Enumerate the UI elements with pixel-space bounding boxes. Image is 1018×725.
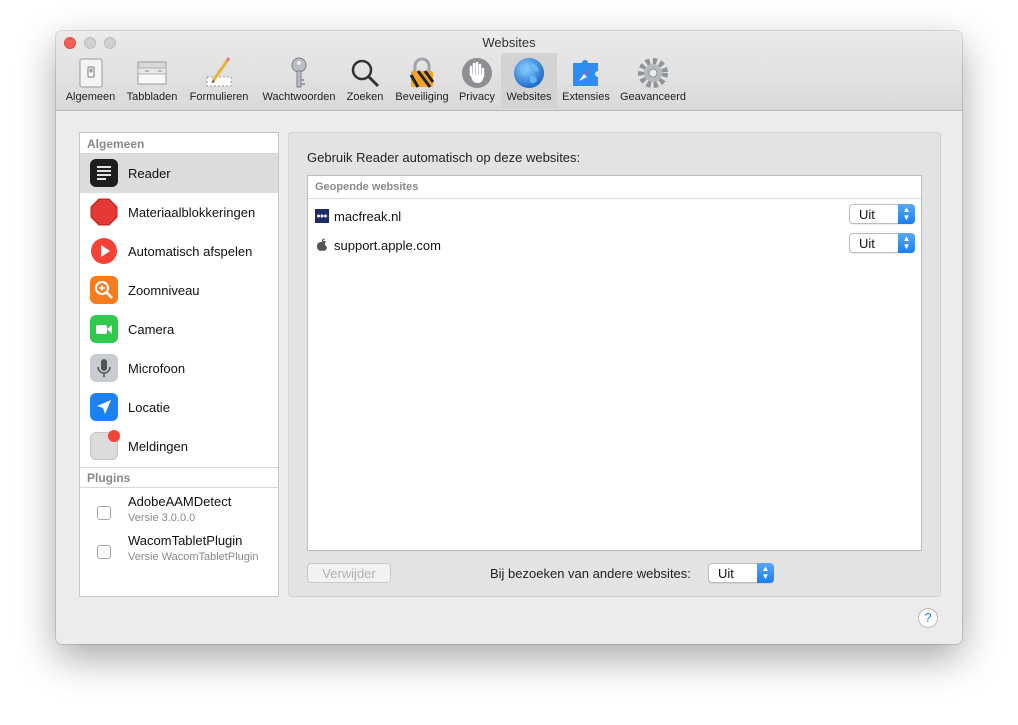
- window-title: Websites: [482, 35, 536, 50]
- toolbar-tabs[interactable]: Tabbladen: [122, 53, 182, 109]
- toolbar-label: Geavanceerd: [619, 91, 687, 103]
- toolbar-privacy[interactable]: Privacy: [455, 53, 499, 109]
- plugin-name: WacomTabletPlugin: [128, 533, 243, 548]
- reader-setting-popup[interactable]: Uit ▲ ▼: [849, 233, 915, 253]
- plugin-item-wacomtabletplugin[interactable]: WacomTabletPlugin Versie WacomTabletPlug…: [80, 533, 278, 573]
- plugin-enable-checkbox[interactable]: [97, 545, 111, 559]
- toolbar-label: Wachtwoorden: [262, 91, 336, 103]
- toolbar-passwords[interactable]: Wachtwoorden: [256, 53, 342, 109]
- sidebar-item-autoplay[interactable]: Automatisch afspelen: [80, 232, 278, 271]
- popup-value: Uit: [859, 236, 875, 251]
- toolbar-search[interactable]: Zoeken: [343, 53, 387, 109]
- panel-heading: Gebruik Reader automatisch op deze websi…: [307, 150, 581, 165]
- plugin-version: Versie WacomTabletPlugin: [128, 551, 259, 563]
- globe-icon: [514, 58, 544, 88]
- stop-sign-icon: [90, 198, 118, 226]
- chevron-updown-icon: ▲ ▼: [757, 563, 774, 583]
- sidebar-item-location[interactable]: Locatie: [80, 388, 278, 427]
- sidebar-item-notifications[interactable]: Meldingen: [80, 427, 278, 466]
- sidebar-divider: [80, 467, 278, 468]
- toolbar-forms[interactable]: Formulieren: [186, 53, 252, 109]
- sidebar-item-label: Meldingen: [128, 439, 188, 454]
- websites-table: Geopende websites macfreak.nl Uit ▲ ▼ sup…: [307, 175, 922, 551]
- gear-icon: [638, 58, 668, 88]
- macfreak-favicon-icon: [315, 209, 329, 223]
- site-name: support.apple.com: [334, 238, 441, 253]
- padlock-icon: [409, 57, 435, 88]
- sidebar-divider: [80, 487, 278, 488]
- apple-logo-icon: [315, 238, 329, 252]
- sidebar-item-label: Zoomniveau: [128, 283, 200, 298]
- websites-sidebar: Algemeen Reader Materiaalblokkeringen Au…: [79, 132, 279, 597]
- table-row[interactable]: support.apple.com Uit ▲ ▼: [308, 230, 921, 259]
- sidebar-item-label: Automatisch afspelen: [128, 244, 253, 259]
- toolbar-advanced[interactable]: Geavanceerd: [617, 53, 689, 109]
- preferences-toolbar: Algemeen Tabbladen Formulieren Wachtwoor…: [56, 53, 962, 110]
- location-arrow-icon: [90, 393, 118, 421]
- plugin-version: Versie 3.0.0.0: [128, 512, 196, 524]
- toolbar-label: Zoeken: [346, 91, 384, 103]
- reader-setting-popup[interactable]: Uit ▲ ▼: [849, 204, 915, 224]
- sidebar-item-content-blockers[interactable]: Materiaalblokkeringen: [80, 193, 278, 232]
- toolbar-label: Extensies: [562, 91, 610, 103]
- sidebar-item-zoom[interactable]: Zoomniveau: [80, 271, 278, 310]
- sidebar-item-reader[interactable]: Reader: [80, 154, 278, 193]
- toolbar-label: Beveiliging: [395, 91, 449, 103]
- table-header-open-websites: Geopende websites: [315, 181, 419, 193]
- reader-icon: [90, 159, 118, 187]
- plugin-name: AdobeAAMDetect: [128, 494, 232, 509]
- popup-value: Uit: [718, 566, 734, 581]
- toolbar-extensions[interactable]: Extensies: [558, 53, 614, 109]
- title-bar: Websites Algemeen Tabbladen Formulieren …: [56, 31, 962, 111]
- hand-icon: [462, 58, 492, 88]
- sidebar-section-general: Algemeen: [87, 137, 145, 151]
- site-name: macfreak.nl: [334, 209, 402, 224]
- sidebar-item-camera[interactable]: Camera: [80, 310, 278, 349]
- table-row[interactable]: macfreak.nl Uit ▲ ▼: [308, 201, 921, 230]
- remove-button[interactable]: Verwijder: [307, 563, 391, 583]
- toolbar-label: Privacy: [458, 91, 496, 103]
- sidebar-item-label: Camera: [128, 322, 175, 337]
- toolbar-label: Formulieren: [189, 91, 249, 103]
- popup-value: Uit: [859, 207, 875, 222]
- chevron-updown-icon: ▲ ▼: [898, 233, 915, 253]
- sidebar-item-label: Materiaalblokkeringen: [128, 205, 256, 220]
- puzzle-compass-icon: [573, 60, 598, 86]
- sidebar-item-label: Locatie: [128, 400, 170, 415]
- notification-icon: [90, 430, 120, 460]
- help-button[interactable]: ?: [918, 608, 938, 628]
- toolbar-label: Tabbladen: [126, 91, 178, 103]
- toolbar-security[interactable]: Beveiliging: [390, 53, 454, 109]
- plugin-enable-checkbox[interactable]: [97, 506, 111, 520]
- table-header-divider: [308, 198, 921, 199]
- sidebar-item-label: Reader: [128, 166, 171, 181]
- sidebar-section-plugins: Plugins: [87, 471, 131, 485]
- preferences-window: Websites Algemeen Tabbladen Formulieren …: [56, 31, 962, 644]
- search-icon: [351, 59, 380, 88]
- microphone-icon: [90, 354, 118, 382]
- chevron-updown-icon: ▲ ▼: [898, 204, 915, 224]
- other-websites-label: Bij bezoeken van andere websites:: [490, 566, 691, 581]
- play-icon: [90, 237, 118, 265]
- toolbar-general[interactable]: Algemeen: [62, 53, 119, 109]
- forms-pencil-icon: [206, 57, 232, 87]
- tabs-icon: [137, 61, 167, 85]
- toolbar-label: Algemeen: [65, 91, 116, 103]
- sidebar-item-label: Microfoon: [128, 361, 186, 376]
- key-icon: [291, 57, 307, 88]
- general-icon: [79, 58, 102, 88]
- other-websites-popup[interactable]: Uit ▲ ▼: [708, 563, 774, 583]
- reader-settings-panel: Gebruik Reader automatisch op deze websi…: [288, 132, 941, 597]
- plugin-item-adobeaamdetect[interactable]: AdobeAAMDetect Versie 3.0.0.0: [80, 494, 278, 534]
- camera-icon: [90, 315, 118, 343]
- toolbar-label: Websites: [506, 91, 552, 103]
- toolbar-websites[interactable]: Websites: [501, 53, 557, 109]
- zoom-icon: [90, 276, 118, 304]
- sidebar-item-microphone[interactable]: Microfoon: [80, 349, 278, 388]
